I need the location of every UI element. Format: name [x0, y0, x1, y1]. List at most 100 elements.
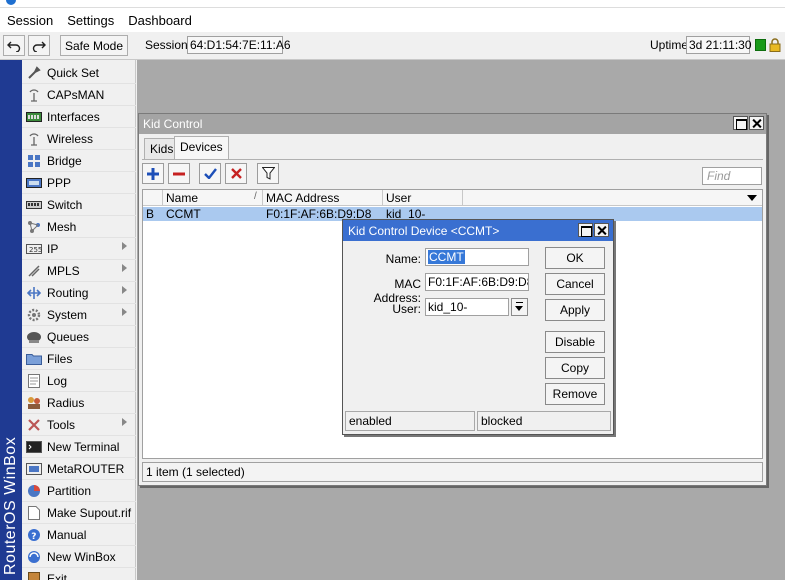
minus-icon: [173, 172, 185, 175]
status-led: [755, 39, 766, 51]
kid-control-maximize-button[interactable]: [733, 116, 748, 130]
menu-session[interactable]: Session: [0, 13, 60, 28]
sidebar-item-partition[interactable]: Partition: [22, 480, 136, 502]
mpls-icon: [26, 264, 42, 278]
name-input[interactable]: CCMT: [425, 248, 529, 266]
column-mac-address[interactable]: MAC Address: [263, 190, 383, 206]
routing-icon: [26, 286, 42, 300]
system-icon: [26, 308, 42, 322]
window-title-strip: [0, 0, 785, 8]
session-field[interactable]: 64:D1:54:7E:11:A6: [187, 36, 291, 54]
remove-button[interactable]: [168, 163, 190, 184]
sidebar-item-tools[interactable]: Tools: [22, 414, 136, 436]
filter-button[interactable]: [257, 163, 279, 184]
sidebar-item-ppp[interactable]: PPP: [22, 172, 136, 194]
kid-control-close-button[interactable]: [749, 116, 764, 130]
check-icon: [203, 168, 217, 179]
ok-button[interactable]: OK: [545, 247, 605, 269]
submenu-arrow-icon: [122, 308, 127, 316]
sort-icon: /: [254, 191, 257, 202]
sidebar-item-routing[interactable]: Routing: [22, 282, 136, 304]
sidebar-item-queues[interactable]: Queues: [22, 326, 136, 348]
supout-icon: [26, 505, 42, 520]
x-icon: [230, 168, 242, 179]
new-winbox-icon: [26, 550, 42, 564]
remove-device-button[interactable]: Remove: [545, 383, 605, 405]
svg-text:255: 255: [29, 246, 42, 254]
redo-icon: [32, 41, 46, 52]
user-select[interactable]: kid_10-: [425, 298, 509, 316]
redo-button[interactable]: [28, 35, 50, 56]
sidebar-item-label: Partition: [47, 483, 92, 498]
column-user[interactable]: User: [383, 190, 463, 206]
disable-device-button[interactable]: Disable: [545, 331, 605, 353]
submenu-arrow-icon: [122, 418, 127, 426]
mac-address-input[interactable]: F0:1F:AF:6B:D9:D8: [425, 273, 529, 291]
sidebar-item-interfaces[interactable]: Interfaces: [22, 106, 136, 128]
find-input[interactable]: Find: [702, 167, 762, 185]
dialog-maximize-button[interactable]: [578, 223, 593, 237]
sidebar-item-log[interactable]: Log: [22, 370, 136, 392]
sidebar-item-quick-set[interactable]: Quick Set: [22, 62, 136, 84]
column-flags[interactable]: [143, 190, 163, 206]
sidebar-item-label: Queues: [47, 329, 90, 344]
add-button[interactable]: [142, 163, 164, 184]
enable-button[interactable]: [199, 163, 221, 184]
uptime-field: 3d 21:11:30: [686, 36, 752, 54]
wireless-icon: [26, 132, 42, 146]
column-name[interactable]: Name: [163, 190, 263, 206]
apply-button[interactable]: Apply: [545, 299, 605, 321]
manual-icon: ?: [26, 528, 42, 542]
sidebar-item-radius[interactable]: Radius: [22, 392, 136, 414]
sidebar-item-manual[interactable]: ? Manual: [22, 524, 136, 546]
row-flag: B: [146, 207, 155, 221]
sidebar-item-make-supout[interactable]: Make Supout.rif: [22, 502, 136, 524]
sidebar-item-new-winbox[interactable]: New WinBox: [22, 546, 136, 568]
user-label: User:: [392, 302, 421, 316]
main-toolbar: Safe Mode Session: 64:D1:54:7E:11:A6 Upt…: [0, 32, 785, 60]
columns-dropdown-icon[interactable]: [747, 195, 757, 201]
quick-set-icon: [26, 65, 42, 80]
status-bar: 1 item (1 selected): [142, 462, 763, 482]
copy-button[interactable]: Copy: [545, 357, 605, 379]
sidebar-item-label: Routing: [47, 285, 89, 300]
submenu-arrow-icon: [122, 242, 127, 250]
sidebar-item-capsman[interactable]: CAPsMAN: [22, 84, 136, 106]
files-icon: [26, 352, 42, 366]
sidebar-item-label: Bridge: [47, 153, 82, 168]
sidebar-brand-strip: RouterOS WinBox: [0, 60, 22, 580]
cancel-button[interactable]: Cancel: [545, 273, 605, 295]
sidebar-item-files[interactable]: Files: [22, 348, 136, 370]
tab-devices[interactable]: Devices: [174, 136, 229, 159]
sidebar-item-switch[interactable]: Switch: [22, 194, 136, 216]
menu-settings[interactable]: Settings: [60, 13, 121, 28]
sidebar-item-mesh[interactable]: Mesh: [22, 216, 136, 238]
sidebar-item-wireless[interactable]: Wireless: [22, 128, 136, 150]
sidebar-item-bridge[interactable]: Bridge: [22, 150, 136, 172]
mac-address-label: MAC Address:: [373, 277, 421, 305]
queues-icon: [26, 330, 42, 344]
kid-control-window-title: Kid Control: [139, 114, 766, 134]
status-blocked: blocked: [477, 411, 611, 431]
disable-button[interactable]: [225, 163, 247, 184]
sidebar-item-mpls[interactable]: MPLS: [22, 260, 136, 282]
sidebar-item-exit[interactable]: Exit: [22, 568, 136, 580]
sidebar-item-label: Wireless: [47, 131, 94, 146]
dialog-close-button[interactable]: [594, 223, 609, 237]
safe-mode-button[interactable]: Safe Mode: [60, 35, 128, 56]
exit-icon: [26, 571, 42, 580]
sidebar-item-system[interactable]: System: [22, 304, 136, 326]
name-input-value: CCMT: [428, 250, 465, 264]
radius-icon: [26, 396, 42, 410]
sidebar-item-label: Files: [47, 351, 73, 366]
sidebar-item-label: Make Supout.rif: [47, 505, 132, 520]
tab-divider: [142, 159, 763, 160]
switch-icon: [26, 198, 42, 212]
submenu-arrow-icon: [122, 264, 127, 272]
undo-button[interactable]: [3, 35, 25, 56]
user-dropdown-icon[interactable]: [511, 298, 528, 316]
sidebar-item-metarouter[interactable]: MetaROUTER: [22, 458, 136, 480]
sidebar-item-ip[interactable]: 255 IP: [22, 238, 136, 260]
menu-dashboard[interactable]: Dashboard: [121, 13, 199, 28]
sidebar-item-new-terminal[interactable]: New Terminal: [22, 436, 136, 458]
